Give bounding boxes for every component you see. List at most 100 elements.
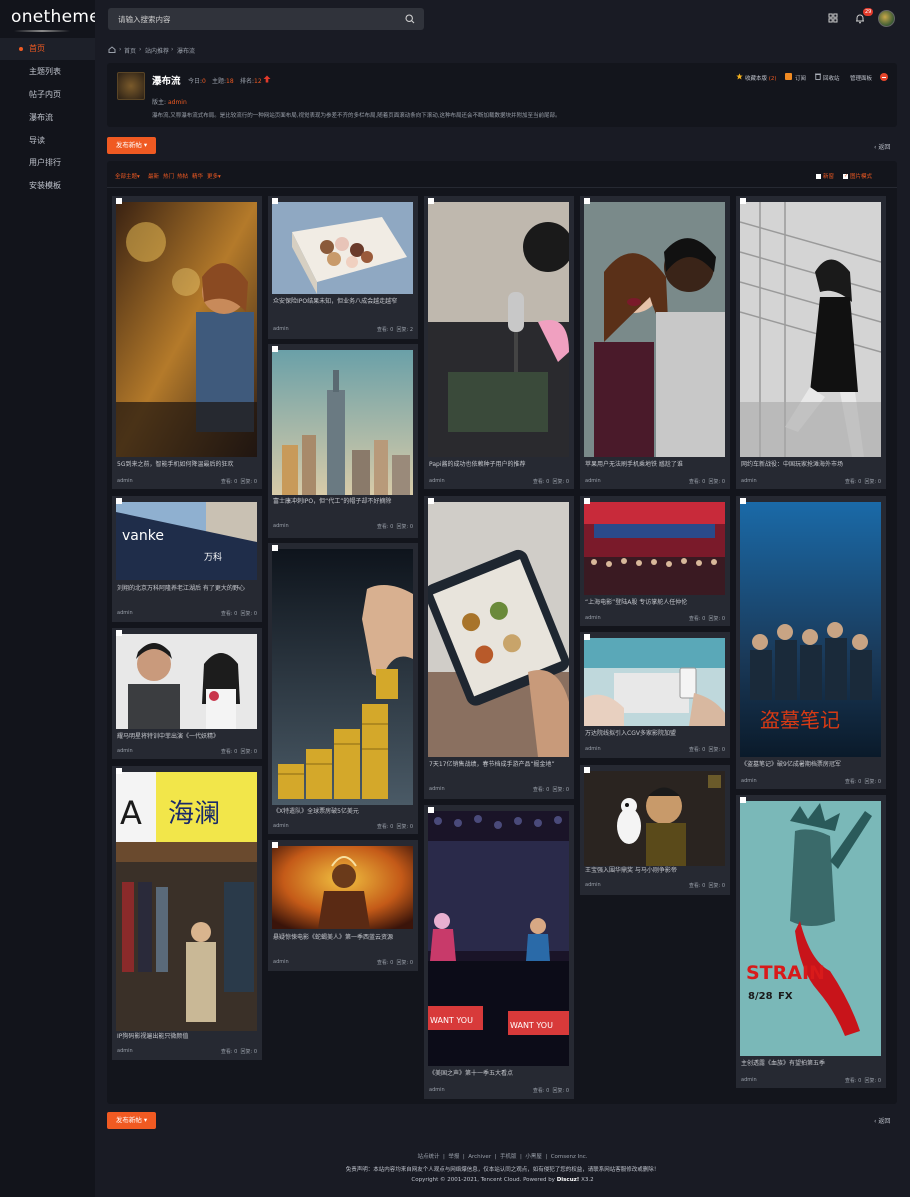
select-checkbox[interactable]	[584, 498, 590, 504]
post-card[interactable]: 王宝强入围华鼎奖 与马小刚争影帝 admin 查看: 0 回复: 0	[580, 765, 730, 895]
post-title[interactable]: 刘翔的北京万科阿隆养老江湖后 有了更大的野心	[117, 584, 257, 594]
select-checkbox[interactable]	[116, 630, 122, 636]
subscribe-button[interactable]: 订阅	[795, 74, 806, 82]
search-input[interactable]: 请输入搜索内容	[108, 8, 424, 30]
sidebar-item-guide[interactable]: 导读	[0, 130, 95, 152]
post-card[interactable]: 5G到来之前，智能手机如何降温最后的狂欢 admin 查看: 0 回复: 0	[112, 196, 262, 489]
select-checkbox[interactable]	[272, 545, 278, 551]
post-title[interactable]: 主创透露《血族》有望拍第五季	[741, 1059, 881, 1069]
manage-panel-link[interactable]: 管理面板	[850, 74, 872, 82]
post-thumbnail[interactable]: A 海澜	[116, 772, 257, 1031]
post-thumbnail[interactable]	[272, 549, 413, 805]
select-checkbox[interactable]	[740, 198, 746, 204]
post-author[interactable]: admin	[429, 478, 445, 484]
post-card[interactable]: 苹果用户无法刷手机乘地铁 尴尬了谁 admin 查看: 0 回复: 0	[580, 196, 730, 489]
site-logo[interactable]: onetheme	[11, 7, 100, 27]
select-checkbox[interactable]	[428, 198, 434, 204]
pic-mode-toggle[interactable]: ✓ 图片模式	[843, 172, 872, 180]
new-post-button[interactable]: 发布新帖 ▾	[107, 137, 156, 154]
filter-digest[interactable]: 精华	[192, 172, 203, 180]
breadcrumb-home[interactable]: 首页	[124, 46, 136, 55]
powered-by-name[interactable]: Discuz!	[557, 1177, 580, 1183]
post-author[interactable]: admin	[585, 478, 601, 484]
breadcrumb-recommend[interactable]: 站内推荐	[145, 46, 169, 55]
post-card[interactable]: 7天17亿销售战绩，春节档成手游产品“掘金地” admin 查看: 0 回复: …	[424, 496, 574, 799]
footer-link-comsenz[interactable]: Comsenz Inc.	[551, 1154, 588, 1160]
sidebar-item-topic-list[interactable]: 主题列表	[0, 61, 95, 83]
post-author[interactable]: admin	[585, 746, 601, 752]
footer-link-mobile[interactable]: 手机版	[500, 1154, 517, 1160]
footer-link-report[interactable]: 举报	[448, 1154, 459, 1160]
post-title[interactable]: 苹果用户无法刷手机乘地铁 尴尬了谁	[585, 460, 725, 470]
post-title[interactable]: 《美国之声》第十一季五大看点	[429, 1069, 569, 1079]
sidebar-item-waterfall[interactable]: 瀑布流	[0, 107, 95, 129]
post-author[interactable]: admin	[117, 748, 133, 754]
newwin-checkbox[interactable]	[816, 174, 821, 179]
post-card[interactable]: A 海澜 IP狗码影视遍出能只微颜值 admin 查看: 0 回复: 0	[112, 766, 262, 1060]
post-title[interactable]: Papi酱的成功也依赖种子用户的推荐	[429, 460, 569, 470]
post-card[interactable]: WANT YOU WANT YOU 《美国之声》第十一季五大看点 admin 查…	[424, 805, 574, 1099]
post-author[interactable]: admin	[273, 523, 289, 529]
new-post-button-bottom[interactable]: 发布新帖 ▾	[107, 1112, 156, 1129]
sidebar-item-home[interactable]: 首页	[0, 38, 95, 60]
post-title[interactable]: 《X特遣队》全球票房破5亿美元	[273, 807, 413, 817]
moderator-name[interactable]: admin	[168, 99, 187, 106]
post-title[interactable]: 7天17亿销售战绩，春节档成手游产品“掘金地”	[429, 760, 569, 770]
post-card[interactable]: 富士康冲刺IPO，但“代工”的帽子却不好摘除 admin 查看: 0 回复: 0	[268, 344, 418, 538]
post-title[interactable]: IP狗码影视遍出能只微颜值	[117, 1032, 257, 1042]
post-author[interactable]: admin	[585, 615, 601, 621]
post-card[interactable]: 万达院线拟引入CGV多家影院加盟 admin 查看: 0 回复: 0	[580, 632, 730, 758]
back-link[interactable]: ‹ 返回	[874, 142, 890, 151]
filter-hot[interactable]: 热门	[163, 172, 174, 180]
post-author[interactable]: admin	[429, 1087, 445, 1093]
select-checkbox[interactable]	[428, 807, 434, 813]
post-title[interactable]: 富士康冲刺IPO，但“代工”的帽子却不好摘除	[273, 497, 413, 507]
recycle-bin-link[interactable]: 回收站	[823, 74, 840, 82]
post-author[interactable]: admin	[273, 823, 289, 829]
footer-link-archiver[interactable]: Archiver	[468, 1154, 491, 1160]
post-title[interactable]: “上海电影”登陆A股 专访掌舵人任仲伦	[585, 598, 725, 608]
sidebar-item-user-rank[interactable]: 用户排行	[0, 152, 95, 174]
post-author[interactable]: admin	[273, 326, 289, 332]
filter-all-topics[interactable]: 全部主题▾	[115, 172, 140, 180]
post-title[interactable]: 众安保险IPO结果未知，但业务八成会越走越窄	[273, 297, 413, 307]
select-checkbox[interactable]	[272, 346, 278, 352]
post-card[interactable]: 耀马明星将特训中菲出演《一代妖精》 admin 查看: 0 回复: 0	[112, 628, 262, 759]
user-avatar[interactable]	[878, 10, 895, 27]
post-card[interactable]: Papi酱的成功也依赖种子用户的推荐 admin 查看: 0 回复: 0	[424, 196, 574, 489]
post-title[interactable]: 网约车新战役：中国玩家抢滩海外市场	[741, 460, 881, 470]
post-thumbnail[interactable]	[272, 202, 413, 294]
post-author[interactable]: admin	[117, 1048, 133, 1054]
post-card[interactable]: vanke 万科 刘翔的北京万科阿隆养老江湖后 有了更大的野心 admin 查看…	[112, 496, 262, 622]
select-checkbox[interactable]	[116, 768, 122, 774]
post-title[interactable]: 悬疑惊悚电影《蛇蝎美人》第一季西蓝云资源	[273, 933, 413, 943]
filter-heat[interactable]: 热帖	[177, 172, 188, 180]
select-checkbox[interactable]	[584, 634, 590, 640]
newwin-toggle[interactable]: 新窗	[816, 172, 834, 180]
sidebar-item-install[interactable]: 安装模板	[0, 175, 95, 197]
select-checkbox[interactable]	[740, 498, 746, 504]
post-card[interactable]: 众安保险IPO结果未知，但业务八成会越走越窄 admin 查看: 0 回复: 2	[268, 196, 418, 339]
post-author[interactable]: admin	[585, 882, 601, 888]
select-checkbox[interactable]	[272, 198, 278, 204]
collapse-icon[interactable]	[880, 73, 888, 81]
post-title[interactable]: 王宝强入围华鼎奖 与马小刚争影帝	[585, 866, 725, 876]
select-checkbox[interactable]	[116, 498, 122, 504]
post-thumbnail[interactable]: STRAIN 8/28 FX	[740, 801, 881, 1056]
post-title[interactable]: 耀马明星将特训中菲出演《一代妖精》	[117, 732, 257, 742]
post-card[interactable]: 《X特遣队》全球票房破5亿美元 admin 查看: 0 回复: 0	[268, 543, 418, 834]
favorite-button[interactable]: 收藏本版 (2)	[745, 74, 777, 82]
post-card[interactable]: STRAIN 8/28 FX 主创透露《血族》有望拍第五季 admin 查看: …	[736, 795, 886, 1088]
post-title[interactable]: 万达院线拟引入CGV多家影院加盟	[585, 729, 725, 739]
post-thumbnail[interactable]	[584, 202, 725, 457]
post-thumbnail[interactable]: vanke 万科	[116, 502, 257, 580]
post-thumbnail[interactable]	[584, 502, 725, 595]
post-thumbnail[interactable]	[272, 846, 413, 929]
filter-more[interactable]: 更多▾	[207, 172, 221, 180]
post-thumbnail[interactable]	[740, 202, 881, 457]
post-author[interactable]: admin	[741, 1077, 757, 1083]
post-card[interactable]: 网约车新战役：中国玩家抢滩海外市场 admin 查看: 0 回复: 0	[736, 196, 886, 489]
select-checkbox[interactable]	[116, 198, 122, 204]
post-author[interactable]: admin	[117, 610, 133, 616]
post-thumbnail[interactable]	[116, 202, 257, 457]
